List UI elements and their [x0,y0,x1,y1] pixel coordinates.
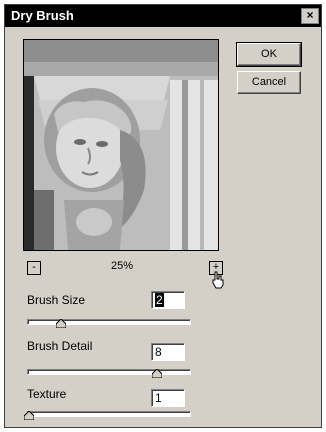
dry-brush-dialog: Dry Brush × OK Cancel - 25% + Brush Size… [4,4,322,428]
filter-preview[interactable] [23,39,219,251]
texture-field[interactable]: 1 [151,389,185,407]
brush-size-field[interactable]: 2 [151,291,185,309]
brush-detail-slider-thumb[interactable] [152,369,162,378]
brush-detail-field[interactable]: 8 [151,343,185,361]
texture-slider[interactable] [24,411,191,420]
brush-size-slider-thumb[interactable] [56,319,66,328]
brush-detail-label: Brush Detail [27,339,93,353]
preview-image [24,40,218,250]
brush-size-label: Brush Size [27,293,86,307]
zoom-level: 25% [111,260,134,272]
ok-button[interactable]: OK [236,42,302,67]
brush-size-slider[interactable] [27,319,191,328]
cancel-button[interactable]: Cancel [237,71,301,94]
zoom-out-button[interactable]: - [27,261,41,275]
close-button[interactable]: × [301,8,319,24]
dialog-title: Dry Brush [11,8,74,23]
brush-detail-slider[interactable] [27,369,191,378]
title-bar[interactable]: Dry Brush × [5,5,321,27]
brush-size-value: 2 [155,293,164,307]
texture-label: Texture [27,387,67,401]
hand-cursor-icon [212,271,224,289]
texture-slider-thumb[interactable] [24,411,34,420]
